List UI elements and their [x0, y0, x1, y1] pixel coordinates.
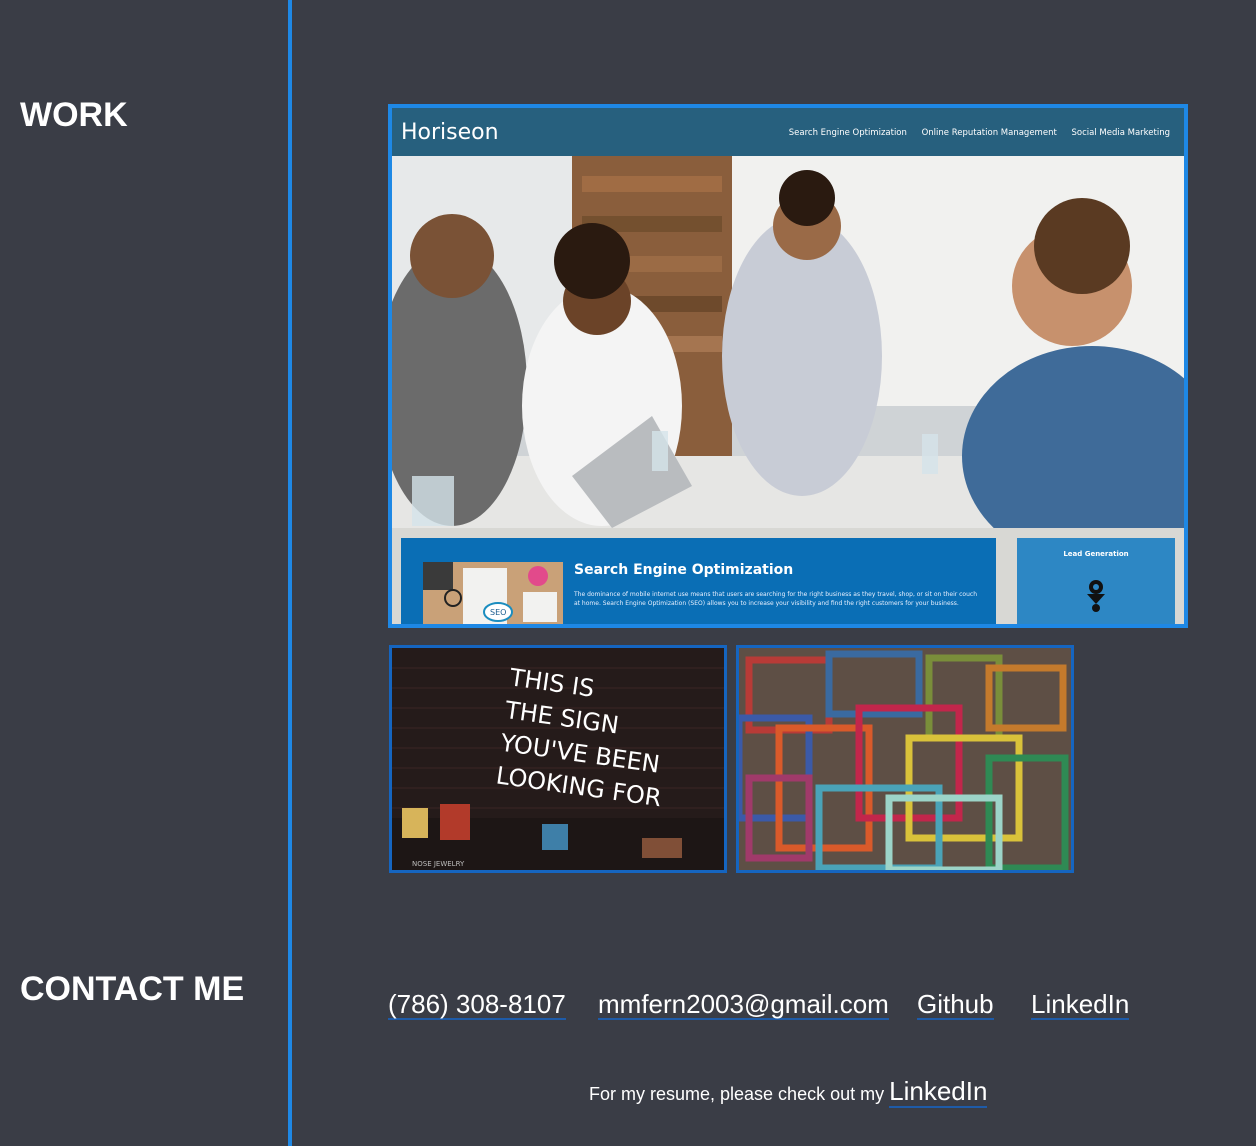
resume-linkedin-link[interactable]: LinkedIn: [889, 1076, 988, 1108]
horiseon-seo-text: The dominance of mobile internet use mea…: [574, 591, 977, 607]
horiseon-nav-reputation: Online Reputation Management: [921, 128, 1057, 138]
project-neon-sign-card[interactable]: THIS IS THE SIGN YOU'VE BEEN LOOKING FOR…: [389, 645, 727, 873]
phone-link[interactable]: (786) 308-8107: [388, 990, 566, 1020]
sidebar-divider: [288, 0, 292, 1146]
horiseon-nav-seo: Search Engine Optimization: [788, 128, 907, 138]
horiseon-nav: Search Engine Optimization Online Reputa…: [777, 128, 1170, 138]
horiseon-hero-image: [392, 156, 1184, 528]
horiseon-seo-title: Search Engine Optimization: [574, 562, 794, 578]
contact-section-title: CONTACT ME: [20, 970, 245, 1008]
lead-generation-title: Lead Generation: [1063, 550, 1129, 558]
horiseon-logo: Horiseon: [401, 120, 499, 145]
work-section-title: WORK: [20, 96, 128, 134]
seo-thumb-label: SEO: [490, 608, 506, 617]
resume-line: For my resume, please check out my Linke…: [589, 1076, 988, 1108]
horiseon-nav-social: Social Media Marketing: [1071, 128, 1171, 138]
linkedin-link[interactable]: LinkedIn: [1031, 990, 1130, 1020]
resume-text: For my resume, please check out my: [589, 1084, 885, 1104]
lead-generation-icon: [1085, 578, 1107, 617]
horiseon-seo-thumbnail: SEO: [423, 562, 563, 624]
email-link[interactable]: mmfern2003@gmail.com: [598, 990, 889, 1020]
horiseon-lead-generation: Lead Generation: [1017, 538, 1175, 624]
horiseon-header: Horiseon Search Engine Optimization Onli…: [392, 108, 1184, 156]
horiseon-seo-section: SEO Search Engine Optimization The domin…: [401, 538, 996, 624]
project-horiseon-card[interactable]: Horiseon Search Engine Optimization Onli…: [388, 104, 1188, 628]
shop-label: NOSE JEWELRY: [412, 860, 465, 868]
github-link[interactable]: Github: [917, 990, 994, 1020]
project-picture-frames-card[interactable]: [736, 645, 1074, 873]
